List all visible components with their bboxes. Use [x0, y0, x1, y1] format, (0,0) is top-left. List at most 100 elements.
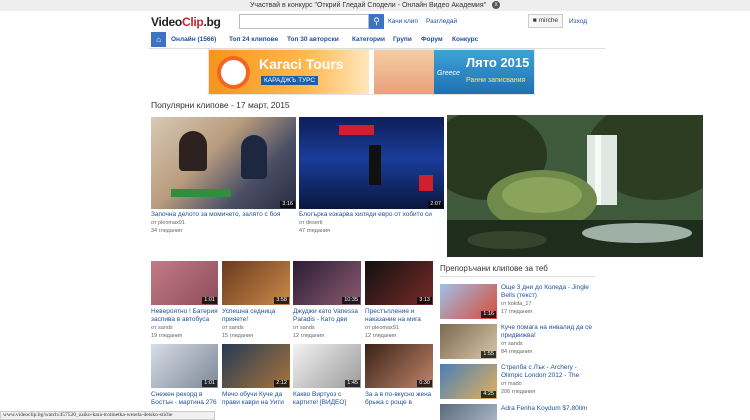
video-author[interactable]: от kokita_17: [501, 301, 532, 308]
video-author[interactable]: от pleomax91: [151, 220, 185, 227]
promo-bar[interactable]: Участвай в конкурс "Открий Гледай Сподел…: [0, 0, 750, 11]
thumb-person: [369, 145, 381, 185]
video-title[interactable]: Започна делото за момичето, залято с боя: [151, 211, 301, 220]
nav-item-contest[interactable]: Конкурс: [452, 36, 478, 43]
nav-item-online[interactable]: Онлайн (1566): [171, 36, 216, 43]
video-player[interactable]: [447, 115, 703, 257]
video-title[interactable]: Adra Feriha Koydum $7.80Ilm: [501, 405, 596, 414]
video-title[interactable]: Снежен рекорд в Бостън - мартина 276: [151, 391, 221, 407]
video-duration: 1:01: [202, 297, 217, 304]
thumb-person: [241, 135, 267, 179]
video-duration: 0:30: [417, 380, 432, 387]
video-duration: 3:13: [417, 297, 432, 304]
video-title[interactable]: Стрелба с Лък - Archery - Olimpic London…: [501, 364, 596, 380]
thumb-channel-badge: [419, 175, 433, 191]
nav-item-categories[interactable]: Категории: [352, 36, 385, 43]
video-title[interactable]: Още 3 дни до Коледа - Jingle Bells (текс…: [501, 284, 596, 300]
nav-item-forum[interactable]: Форум: [421, 36, 443, 43]
video-views: 12 гледания: [293, 333, 325, 339]
video-duration: 1:01: [202, 380, 217, 387]
search-button[interactable]: ⚲: [369, 14, 384, 29]
logo-clip-text: Clip: [181, 15, 204, 29]
video-author[interactable]: от pleomax91: [365, 325, 399, 332]
video-thumbnail[interactable]: 1:55: [440, 324, 497, 359]
main-nav: ⌂ Онлайн (1566) Топ 24 клипове Топ 30 ав…: [149, 31, 605, 49]
ad-brand: Karaci Tours: [259, 56, 344, 72]
video-duration: 1:45: [345, 380, 360, 387]
ad-photo: [374, 50, 434, 94]
user-menu-button[interactable]: ■ mirche: [528, 14, 563, 28]
video-title[interactable]: Успешна седница прияете!: [222, 308, 292, 324]
popular-title: Популярни клипове - 17 март, 2015: [151, 100, 290, 110]
video-duration: 2:12: [274, 380, 289, 387]
video-thumbnail[interactable]: 3:16: [151, 117, 296, 209]
home-button[interactable]: ⌂: [151, 32, 166, 47]
thumb-caption-bar: [171, 189, 231, 197]
promo-text[interactable]: Участвай в конкурс "Открий Гледай Сподел…: [250, 2, 486, 9]
video-title[interactable]: Какво Виртуоз с картите! [ВИДЕО]: [293, 391, 363, 407]
video-thumbnail[interactable]: 0:30: [365, 344, 433, 388]
user-icon: ■: [532, 17, 537, 24]
video-author[interactable]: от sands: [222, 325, 244, 332]
nav-item-top30[interactable]: Топ 30 авторски: [287, 36, 339, 43]
video-thumbnail[interactable]: 3:58: [222, 261, 290, 305]
logout-link[interactable]: Изход: [569, 18, 587, 25]
video-views: 84 гледания: [501, 349, 533, 355]
site-logo[interactable]: VideoClip.bg: [151, 15, 221, 29]
ad-country: Greece: [437, 70, 460, 77]
video-thumbnail[interactable]: 2:07: [299, 117, 444, 209]
video-thumbnail[interactable]: 1:01: [151, 344, 218, 388]
video-thumbnail[interactable]: 3:13: [365, 261, 433, 305]
divider: [440, 276, 595, 277]
waterfall-scene: [447, 115, 703, 257]
video-views: 206 гледания: [501, 389, 536, 395]
video-views: 15 гледания: [222, 333, 254, 339]
video-thumbnail[interactable]: 1:16: [440, 284, 497, 319]
video-duration: 10:35: [342, 297, 360, 304]
nav-item-groups[interactable]: Групи: [393, 36, 412, 43]
video-duration: 2:07: [428, 201, 443, 208]
video-thumbnail[interactable]: 2:12: [222, 344, 290, 388]
video-author[interactable]: от sands: [151, 325, 173, 332]
ad-early: Ранни записвания: [466, 77, 526, 84]
video-thumbnail[interactable]: 10:35: [293, 261, 361, 305]
video-title[interactable]: Невероятно ! Батерия заспива в автобуса: [151, 308, 221, 324]
ad-brand-sub: КАРАДЖЪ ТУРС: [261, 76, 319, 85]
home-icon: ⌂: [156, 35, 161, 44]
video-author[interactable]: от deserti: [299, 220, 323, 227]
video-title[interactable]: Мечо обучи Куче да прави каври на Уити: [222, 391, 292, 407]
status-bar-url: www.videoclip.bg/watch/457520_zaiko-kara…: [0, 411, 215, 420]
video-title[interactable]: Куче помага на инвалид да се придвижва!: [501, 324, 596, 340]
video-thumbnail[interactable]: 1:45: [293, 344, 361, 388]
video-duration: 4:25: [481, 391, 496, 398]
video-title[interactable]: За а в по-вкусно жена брьжа с роще в: [365, 391, 435, 407]
nav-item-top24[interactable]: Топ 24 клипове: [229, 36, 278, 43]
logo-bg-text: .bg: [203, 15, 221, 29]
video-author[interactable]: от mado: [501, 381, 522, 388]
search-input[interactable]: [239, 14, 369, 29]
thumb-person: [179, 131, 207, 171]
close-icon[interactable]: x: [492, 1, 501, 10]
video-title[interactable]: Джуджи като Vanessa Paradis - Като дви: [293, 308, 363, 324]
video-title[interactable]: Блогърка изкарва хиляди евро от хобито с…: [299, 211, 449, 220]
thumb-news-logo: [339, 125, 374, 135]
video-duration: 3:16: [280, 201, 295, 208]
video-views: 17 гледания: [501, 309, 533, 315]
ad-summer: Лято 2015: [466, 55, 530, 70]
header: VideoClip.bg ⚲ Качи клип Разгледай ■ mir…: [0, 11, 750, 31]
video-duration: 1:16: [481, 311, 496, 318]
video-author[interactable]: от sands: [293, 325, 315, 332]
video-thumbnail[interactable]: 1:01: [151, 261, 218, 305]
video-thumbnail[interactable]: 4:25: [440, 364, 497, 399]
upload-link[interactable]: Качи клип: [388, 18, 418, 25]
browse-link[interactable]: Разгледай: [426, 18, 457, 25]
ad-banner[interactable]: Karaci Tours КАРАДЖЪ ТУРС Greece Лято 20…: [208, 49, 535, 95]
video-duration: 3:58: [274, 297, 289, 304]
ad-brand-panel: Karaci Tours КАРАДЖЪ ТУРС: [209, 50, 369, 94]
ad-logo-icon: [217, 56, 250, 89]
video-views: 34 гледания: [151, 228, 183, 234]
video-thumbnail[interactable]: [440, 404, 497, 420]
video-title[interactable]: Престъпление и наказание на мига: [365, 308, 435, 324]
video-author[interactable]: от sands: [501, 341, 523, 348]
video-views: 19 гледания: [151, 333, 183, 339]
